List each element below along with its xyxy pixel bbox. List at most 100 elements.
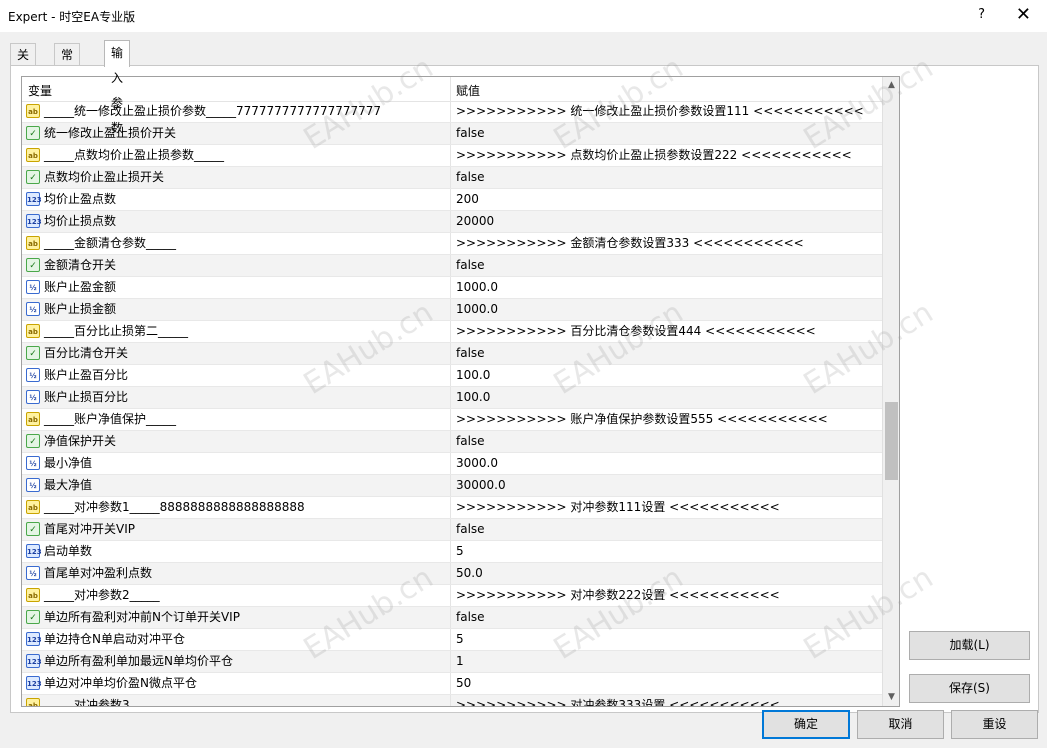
parameter-row[interactable]: ✓ 首尾对冲开关VIP false xyxy=(22,519,882,541)
parameter-value[interactable]: 1000.0 xyxy=(450,277,888,298)
vertical-scrollbar[interactable]: ▲ ▼ xyxy=(882,77,899,706)
parameter-value[interactable]: >>>>>>>>>>> 统一修改止盈止损价参数设置111 <<<<<<<<<<< xyxy=(450,101,888,122)
parameter-row[interactable]: ✓ 点数均价止盈止损开关 false xyxy=(22,167,882,189)
parameter-name-cell[interactable]: ½ 账户止盈百分比 xyxy=(22,365,450,386)
parameter-name-cell[interactable]: 123 均价止盈点数 xyxy=(22,189,450,210)
parameter-row[interactable]: ab _____对冲参数2_____ >>>>>>>>>>> 对冲参数222设置 <… xyxy=(22,585,882,607)
parameter-row[interactable]: ✓ 金额清仓开关 false xyxy=(22,255,882,277)
parameter-value[interactable]: 50.0 xyxy=(450,563,888,584)
parameter-value[interactable]: false xyxy=(450,255,888,276)
parameter-value[interactable]: 200 xyxy=(450,189,888,210)
parameter-row[interactable]: ✓ 百分比清仓开关 false xyxy=(22,343,882,365)
parameter-name-cell[interactable]: ab _____金额清仓参数_____ xyxy=(22,233,450,254)
parameter-name-cell[interactable]: ab _____百分比止损第二_____ xyxy=(22,321,450,342)
scroll-up-icon[interactable]: ▲ xyxy=(883,77,899,94)
parameter-row[interactable]: ab _____账户净值保护_____ >>>>>>>>>>> 账户净值保护参数设置… xyxy=(22,409,882,431)
parameter-name-cell[interactable]: ✓ 统一修改止盈止损价开关 xyxy=(22,123,450,144)
parameter-value[interactable]: >>>>>>>>>>> 金额清仓参数设置333 <<<<<<<<<<< xyxy=(450,233,888,254)
parameter-value[interactable]: >>>>>>>>>>> 对冲参数333设置 <<<<<<<<<<< xyxy=(450,695,888,706)
parameter-value[interactable]: 100.0 xyxy=(450,387,888,408)
parameter-name-cell[interactable]: ✓ 金额清仓开关 xyxy=(22,255,450,276)
parameter-name-cell[interactable]: ab _____对冲参数3_____ xyxy=(22,695,450,706)
parameter-name-cell[interactable]: ✓ 单边所有盈利对冲前N个订单开关VIP xyxy=(22,607,450,628)
parameter-row[interactable]: ✓ 单边所有盈利对冲前N个订单开关VIP false xyxy=(22,607,882,629)
load-button[interactable]: 加载(L) xyxy=(909,631,1030,660)
parameter-row[interactable]: 123 单边持仓N单启动对冲平仓 5 xyxy=(22,629,882,651)
parameter-row[interactable]: ab _____统一修改止盈止损价参数_____77777777777777777… xyxy=(22,101,882,123)
cancel-button[interactable]: 取消 xyxy=(857,710,944,739)
parameter-name-cell[interactable]: ½ 最大净值 xyxy=(22,475,450,496)
parameter-value[interactable]: false xyxy=(450,343,888,364)
parameter-name-cell[interactable]: ✓ 净值保护开关 xyxy=(22,431,450,452)
parameter-name-cell[interactable]: 123 启动单数 xyxy=(22,541,450,562)
parameter-name-cell[interactable]: ½ 账户止盈金额 xyxy=(22,277,450,298)
parameter-value[interactable]: 1000.0 xyxy=(450,299,888,320)
parameter-row[interactable]: 123 单边所有盈利单加最远N单均价平仓 1 xyxy=(22,651,882,673)
parameter-row[interactable]: ½ 首尾单对冲盈利点数 50.0 xyxy=(22,563,882,585)
parameter-value[interactable]: false xyxy=(450,123,888,144)
tab-common[interactable]: 常用 xyxy=(54,43,81,84)
parameter-row[interactable]: 123 启动单数 5 xyxy=(22,541,882,563)
parameter-name-cell[interactable]: ½ 首尾单对冲盈利点数 xyxy=(22,563,450,584)
scroll-thumb[interactable] xyxy=(885,402,898,480)
column-separator[interactable] xyxy=(450,77,451,101)
parameter-name-cell[interactable]: 123 单边所有盈利单加最远N单均价平仓 xyxy=(22,651,450,672)
close-button[interactable]: ✕ xyxy=(1016,4,1031,25)
parameter-row[interactable]: ab _____金额清仓参数_____ >>>>>>>>>>> 金额清仓参数设置33… xyxy=(22,233,882,255)
parameter-row[interactable]: ✓ 统一修改止盈止损价开关 false xyxy=(22,123,882,145)
parameter-value[interactable]: false xyxy=(450,607,888,628)
parameter-row[interactable]: ab _____百分比止损第二_____ >>>>>>>>>>> 百分比清仓参数设置… xyxy=(22,321,882,343)
column-header-variable[interactable]: 变量 xyxy=(28,82,52,99)
parameter-row[interactable]: 123 均价止损点数 20000 xyxy=(22,211,882,233)
parameter-name-cell[interactable]: ab _____点数均价止盈止损参数_____ xyxy=(22,145,450,166)
parameter-value[interactable]: >>>>>>>>>>> 点数均价止盈止损参数设置222 <<<<<<<<<<< xyxy=(450,145,888,166)
parameter-row[interactable]: ½ 账户止盈金额 1000.0 xyxy=(22,277,882,299)
reset-button[interactable]: 重设 xyxy=(951,710,1038,739)
parameter-value[interactable]: 50 xyxy=(450,673,888,694)
parameter-value[interactable]: false xyxy=(450,431,888,452)
parameter-value[interactable]: >>>>>>>>>>> 对冲参数222设置 <<<<<<<<<<< xyxy=(450,585,888,606)
parameter-name-cell[interactable]: ab _____对冲参数1_____8888888888888888888 xyxy=(22,497,450,518)
scroll-down-icon[interactable]: ▼ xyxy=(883,689,899,706)
parameter-row[interactable]: ✓ 净值保护开关 false xyxy=(22,431,882,453)
parameter-value[interactable]: 100.0 xyxy=(450,365,888,386)
parameter-value[interactable]: >>>>>>>>>>> 对冲参数111设置 <<<<<<<<<<< xyxy=(450,497,888,518)
parameter-name-cell[interactable]: ½ 账户止损百分比 xyxy=(22,387,450,408)
parameter-value[interactable]: >>>>>>>>>>> 百分比清仓参数设置444 <<<<<<<<<<< xyxy=(450,321,888,342)
column-header-value[interactable]: 赋值 xyxy=(456,82,480,99)
parameter-name-cell[interactable]: ½ 最小净值 xyxy=(22,453,450,474)
parameter-row[interactable]: ab _____对冲参数3_____ >>>>>>>>>>> 对冲参数333设置 <… xyxy=(22,695,882,706)
parameter-name-cell[interactable]: ab _____账户净值保护_____ xyxy=(22,409,450,430)
parameter-value[interactable]: false xyxy=(450,167,888,188)
parameter-value[interactable]: 20000 xyxy=(450,211,888,232)
parameter-row[interactable]: 123 单边对冲单均价盈N微点平仓 50 xyxy=(22,673,882,695)
help-button[interactable]: ? xyxy=(978,7,985,22)
parameter-value[interactable]: 5 xyxy=(450,541,888,562)
parameter-row[interactable]: ½ 最小净值 3000.0 xyxy=(22,453,882,475)
parameter-value[interactable]: false xyxy=(450,519,888,540)
parameter-row[interactable]: ½ 账户止盈百分比 100.0 xyxy=(22,365,882,387)
ok-button[interactable]: 确定 xyxy=(762,710,850,739)
parameter-name-cell[interactable]: ✓ 百分比清仓开关 xyxy=(22,343,450,364)
save-button[interactable]: 保存(S) xyxy=(909,674,1030,703)
parameter-name-cell[interactable]: 123 均价止损点数 xyxy=(22,211,450,232)
tab-about[interactable]: 关于 xyxy=(10,43,37,84)
parameter-row[interactable]: ab _____对冲参数1_____8888888888888888888 >>>>… xyxy=(22,497,882,519)
parameter-row[interactable]: ½ 最大净值 30000.0 xyxy=(22,475,882,497)
parameter-value[interactable]: 5 xyxy=(450,629,888,650)
parameter-name-cell[interactable]: ✓ 点数均价止盈止损开关 xyxy=(22,167,450,188)
parameter-name-cell[interactable]: 123 单边对冲单均价盈N微点平仓 xyxy=(22,673,450,694)
parameter-row[interactable]: ab _____点数均价止盈止损参数_____ >>>>>>>>>>> 点数均价止盈… xyxy=(22,145,882,167)
parameter-name-cell[interactable]: ab _____统一修改止盈止损价参数_____77777777777777777… xyxy=(22,101,450,122)
parameter-value[interactable]: 3000.0 xyxy=(450,453,888,474)
parameter-name-cell[interactable]: ✓ 首尾对冲开关VIP xyxy=(22,519,450,540)
tab-input-parameters[interactable]: 输入参数 xyxy=(104,40,131,135)
parameter-row[interactable]: 123 均价止盈点数 200 xyxy=(22,189,882,211)
parameter-name-cell[interactable]: ½ 账户止损金额 xyxy=(22,299,450,320)
parameter-value[interactable]: 30000.0 xyxy=(450,475,888,496)
parameter-name-cell[interactable]: ab _____对冲参数2_____ xyxy=(22,585,450,606)
parameter-value[interactable]: >>>>>>>>>>> 账户净值保护参数设置555 <<<<<<<<<<< xyxy=(450,409,888,430)
parameter-row[interactable]: ½ 账户止损百分比 100.0 xyxy=(22,387,882,409)
parameter-value[interactable]: 1 xyxy=(450,651,888,672)
parameter-name-cell[interactable]: 123 单边持仓N单启动对冲平仓 xyxy=(22,629,450,650)
